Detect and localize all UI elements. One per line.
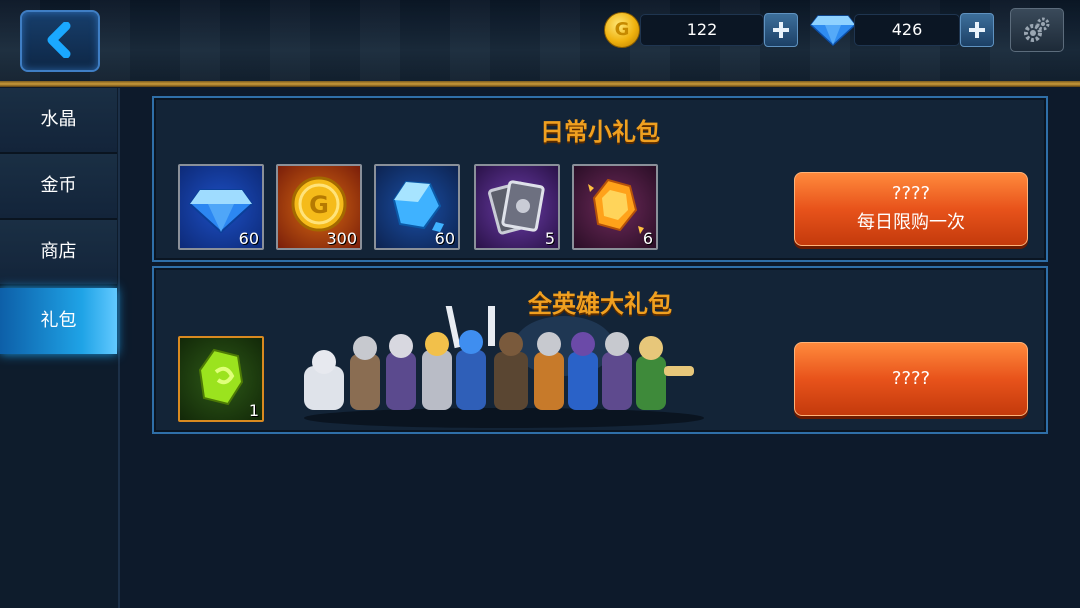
heroes-group-image — [304, 306, 704, 428]
reward-slot[interactable]: G 300 — [276, 164, 362, 250]
reward-slot[interactable]: 60 — [178, 164, 264, 250]
gold-coin-icon: G — [604, 12, 640, 48]
pack-title: 日常小礼包 — [540, 118, 660, 146]
sidebar-item-gift-pack[interactable]: 礼包 — [0, 288, 117, 354]
sidebar-item-gold[interactable]: 金币 — [0, 154, 117, 220]
gold-amount: 122 — [640, 14, 764, 46]
reward-slot[interactable]: 60 — [374, 164, 460, 250]
sidebar: 水晶 金币 商店 礼包 — [0, 88, 120, 608]
sidebar-item-shop[interactable]: 商店 — [0, 220, 117, 286]
price-label: ???? — [891, 183, 931, 204]
divider-line — [0, 81, 1080, 87]
price-label: ???? — [891, 368, 931, 389]
gem-amount: 426 — [854, 14, 960, 46]
reward-slot[interactable]: 1 — [178, 336, 264, 422]
gold-currency: G 122 — [604, 12, 798, 48]
item-count: 60 — [238, 229, 259, 248]
add-gold-button[interactable] — [764, 13, 798, 47]
reward-slot[interactable]: 5 — [474, 164, 560, 250]
item-count: 5 — [544, 229, 555, 248]
daily-pack-panel: 日常小礼包 60 G 300 60 5 6 ???? 每日限购一次 — [152, 96, 1048, 262]
reward-slot[interactable]: 6 — [572, 164, 658, 250]
back-arrow-icon — [47, 22, 71, 58]
item-count: 300 — [326, 229, 357, 248]
purchase-limit-label: 每日限购一次 — [857, 212, 965, 233]
buy-daily-pack-button[interactable]: ???? 每日限购一次 — [794, 172, 1028, 246]
svg-text:G: G — [309, 191, 329, 219]
settings-button[interactable] — [1010, 8, 1064, 52]
item-count: 1 — [248, 401, 259, 420]
item-count: 60 — [434, 229, 455, 248]
gem-currency: 426 — [810, 12, 994, 47]
diamond-icon — [810, 15, 856, 46]
add-gems-button[interactable] — [960, 13, 994, 47]
all-heroes-pack-panel: 全英雄大礼包 1 ???? — [152, 266, 1048, 434]
buy-heroes-pack-button[interactable]: ???? — [794, 342, 1028, 416]
gear-icon — [1024, 17, 1050, 42]
sidebar-item-crystal[interactable]: 水晶 — [0, 88, 117, 154]
back-button[interactable] — [20, 10, 100, 72]
item-count: 6 — [642, 229, 653, 248]
